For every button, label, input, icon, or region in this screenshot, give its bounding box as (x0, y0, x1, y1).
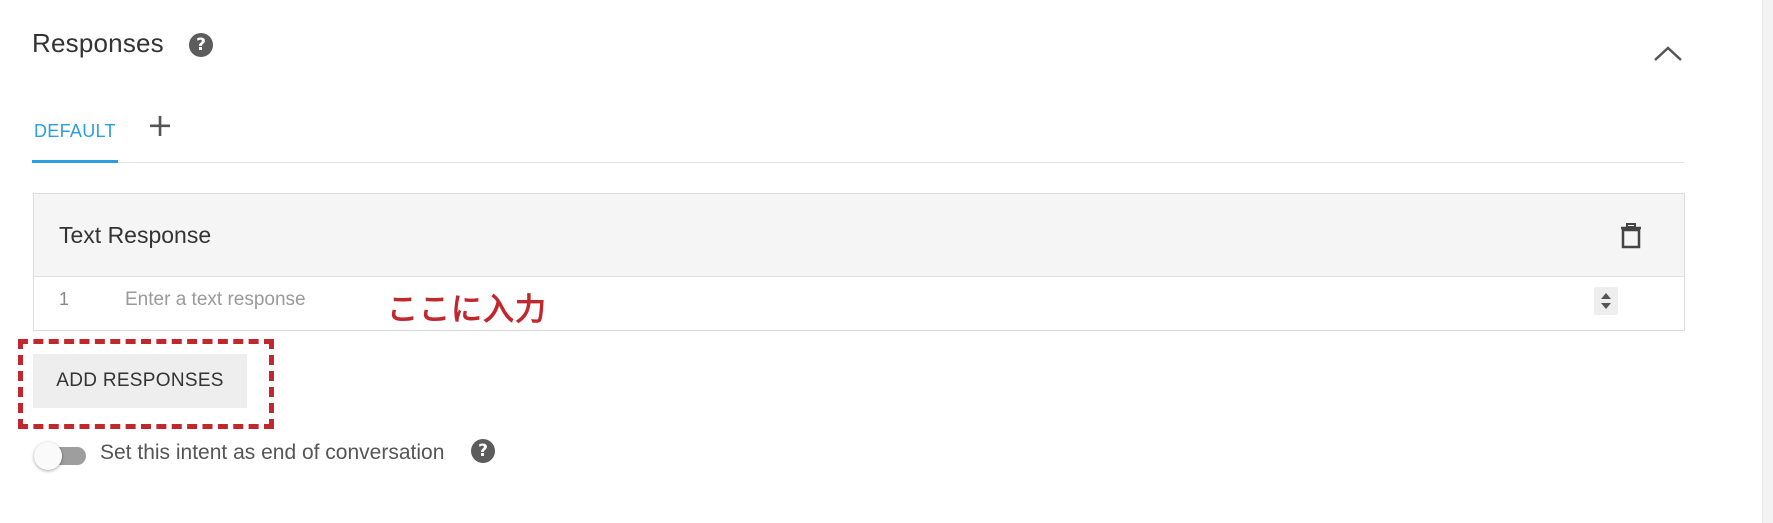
scrollbar-track[interactable] (1762, 0, 1773, 523)
end-conversation-toggle[interactable] (34, 442, 86, 470)
chevron-up-icon[interactable] (1651, 40, 1685, 64)
card-title: Text Response (59, 222, 212, 248)
sort-arrows-icon[interactable] (1594, 287, 1618, 315)
card-header: Text Response (34, 194, 1684, 277)
response-tabs: DEFAULT + (32, 109, 1684, 163)
tab-default[interactable]: DEFAULT (32, 120, 118, 163)
trash-icon[interactable] (1619, 223, 1643, 249)
section-title: Responses (32, 28, 164, 58)
help-icon[interactable]: ? (471, 439, 495, 463)
annotation-label: ここに入力 (387, 292, 547, 328)
help-icon[interactable]: ? (189, 33, 213, 57)
end-conversation-label: Set this intent as end of conversation (100, 441, 445, 464)
add-responses-button[interactable]: ADD RESPONSES (33, 354, 247, 408)
text-response-input[interactable] (121, 280, 1429, 320)
toggle-knob (34, 442, 62, 470)
responses-panel: Responses ? DEFAULT + Text Response 1 En… (0, 0, 1773, 523)
add-tab-plus-icon[interactable]: + (146, 109, 174, 141)
row-number: 1 (59, 289, 70, 309)
text-response-card: Text Response 1 (33, 193, 1685, 331)
